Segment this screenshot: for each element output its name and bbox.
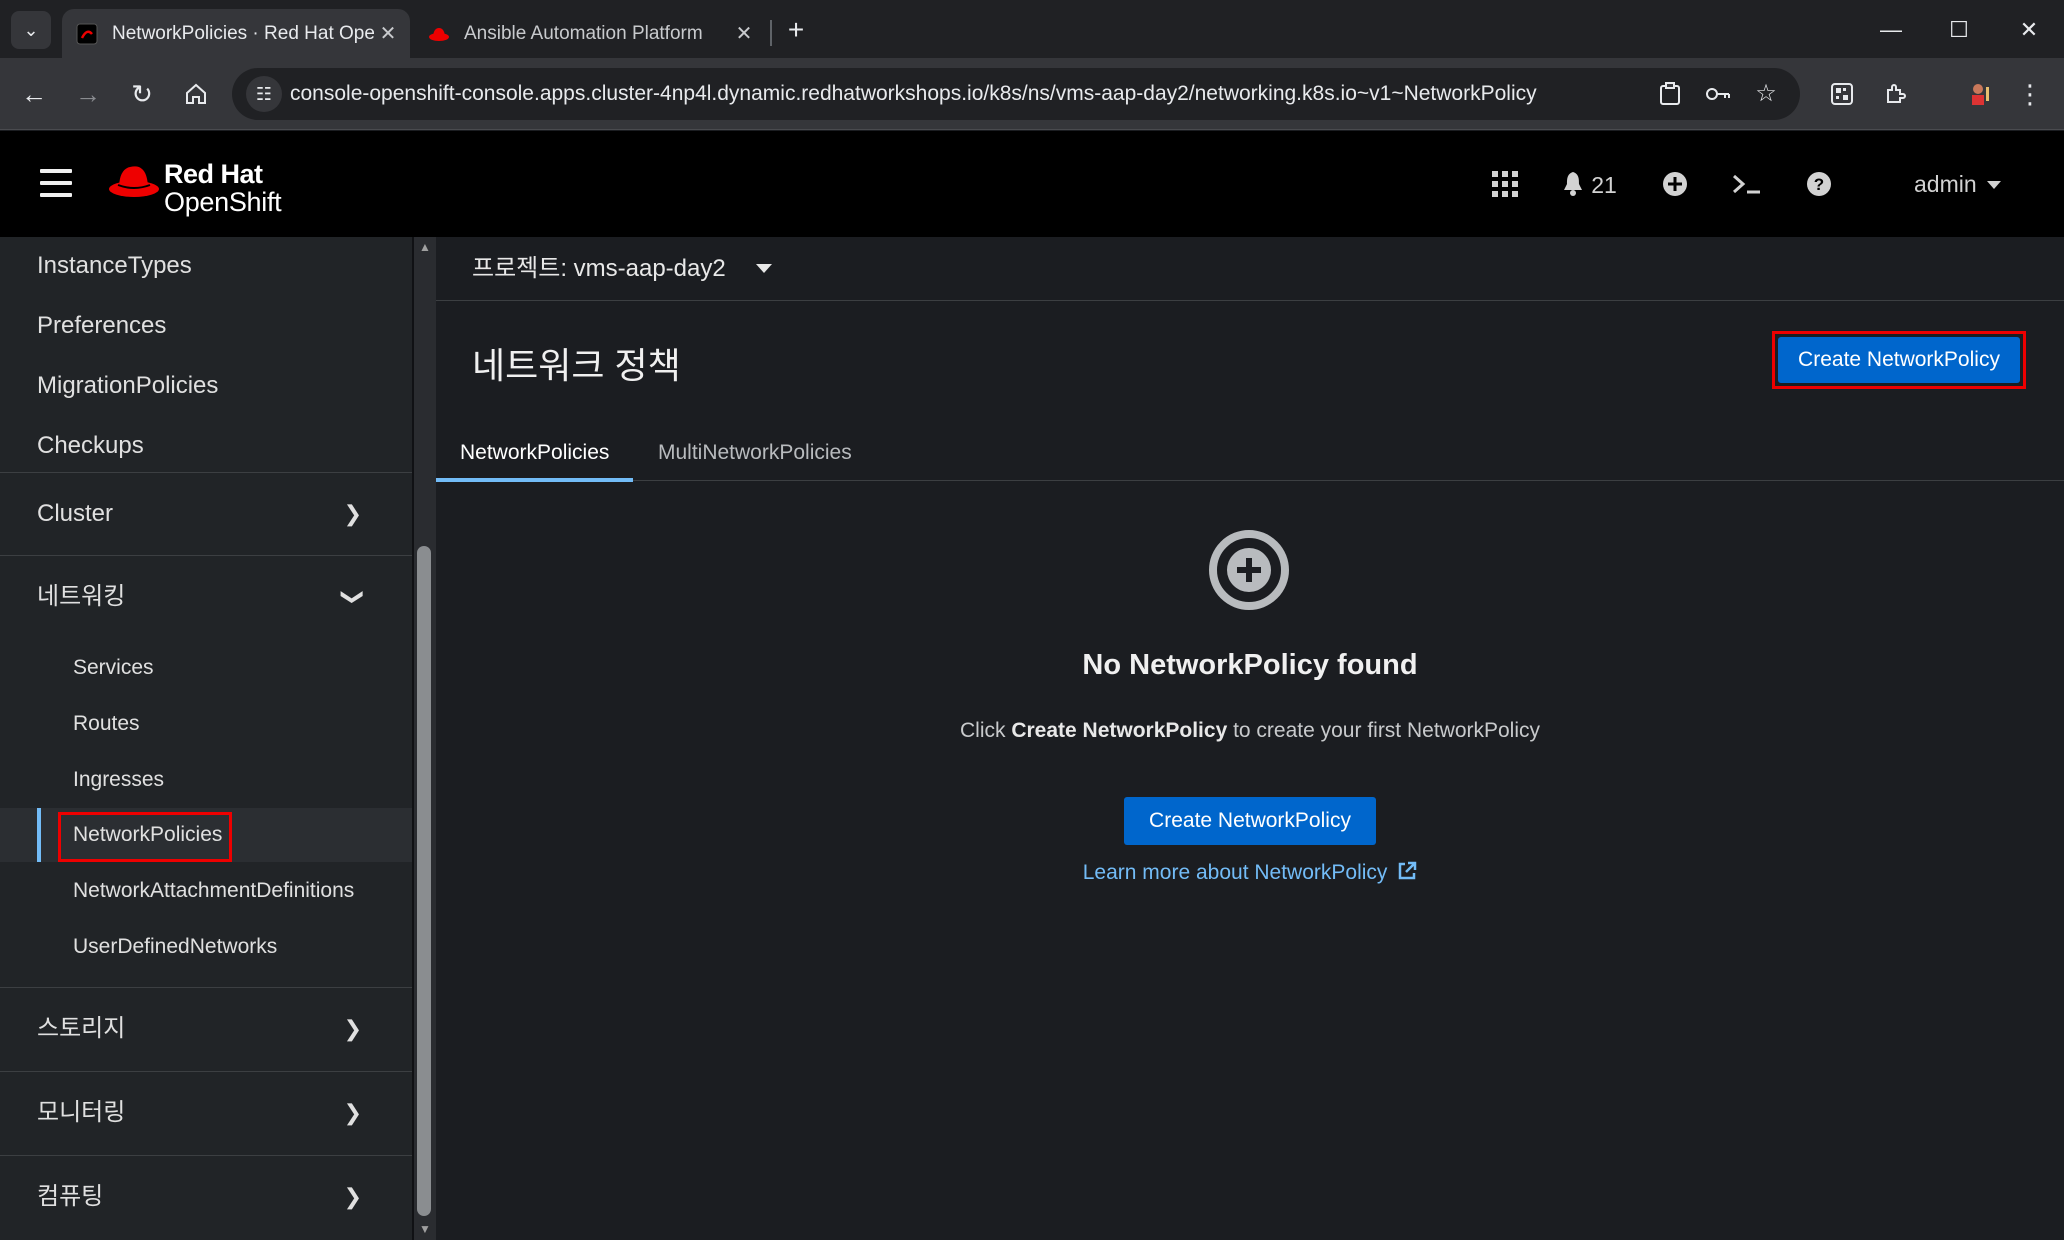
scroll-down-arrow-icon[interactable]: ▼ bbox=[416, 1222, 434, 1236]
notification-count: 21 bbox=[1591, 172, 1617, 198]
openshift-logo[interactable]: Red Hat OpenShift bbox=[108, 153, 328, 217]
sidebar-group-networking[interactable]: 네트워킹 ❯ bbox=[0, 555, 412, 637]
tab-title: NetworkPolicies · Red Hat Ope bbox=[112, 22, 374, 44]
chevron-down-icon: ❯ bbox=[340, 587, 366, 607]
sidebar-item-ingresses[interactable]: Ingresses bbox=[0, 753, 412, 807]
learn-more-text: Learn more about NetworkPolicy bbox=[1082, 861, 1388, 884]
resource-tabs: NetworkPolicies MultiNetworkPolicies bbox=[436, 425, 2064, 482]
create-networkpolicy-button[interactable]: Create NetworkPolicy bbox=[1778, 337, 2020, 383]
minimize-icon[interactable]: — bbox=[1856, 10, 1926, 50]
sidebar-group-label: 컴퓨팅 bbox=[37, 1183, 104, 1210]
help-question-icon[interactable]: ? bbox=[1804, 167, 1834, 201]
tab-networkpolicies[interactable]: NetworkPolicies bbox=[436, 425, 634, 482]
user-menu[interactable]: admin bbox=[1914, 167, 2002, 201]
back-icon[interactable]: ← bbox=[14, 74, 54, 114]
tab-title: Ansible Automation Platform bbox=[464, 22, 703, 44]
empty-body-bold: Create NetworkPolicy bbox=[1011, 719, 1228, 742]
profile-avatar-icon[interactable] bbox=[1960, 74, 2000, 114]
sidebar-item-services[interactable]: Services bbox=[0, 641, 412, 695]
sidebar-group-label: Cluster bbox=[37, 500, 114, 527]
browser-tab-ansible[interactable]: Ansible Automation Platform ✕ bbox=[414, 9, 766, 58]
tab-divider bbox=[770, 20, 772, 46]
empty-body-prefix: Click bbox=[959, 719, 1012, 742]
sidebar-nav: InstanceTypes Preferences MigrationPolic… bbox=[0, 237, 414, 1240]
close-tab-icon[interactable]: ✕ bbox=[374, 21, 402, 46]
browser-toolbar: ← → ↻ ☷ console-openshift-console.apps.c… bbox=[0, 58, 2064, 130]
browser-tabstrip: ⌄ NetworkPolicies · Red Hat Ope ✕ Ansibl… bbox=[0, 0, 2064, 58]
masthead: Red Hat OpenShift 21 ? admin bbox=[0, 131, 2064, 237]
chevron-right-icon: ❯ bbox=[343, 1184, 362, 1209]
bookmark-star-icon[interactable]: ☆ bbox=[1746, 74, 1786, 114]
site-info-icon[interactable]: ☷ bbox=[246, 76, 282, 112]
caret-down-icon[interactable] bbox=[756, 264, 772, 273]
brand-redhat: Red Hat bbox=[164, 159, 263, 189]
tab-multinetworkpolicies[interactable]: MultiNetworkPolicies bbox=[634, 425, 876, 481]
page-title: 네트워크 정책 bbox=[472, 345, 681, 386]
sidebar-group-label: 네트워킹 bbox=[37, 583, 126, 610]
address-bar[interactable]: ☷ console-openshift-console.apps.cluster… bbox=[232, 68, 1800, 120]
sidebar-item-migrationpolicies[interactable]: MigrationPolicies bbox=[0, 357, 412, 415]
caret-down-icon bbox=[1987, 181, 2002, 189]
empty-body-suffix: to create your first NetworkPolicy bbox=[1227, 719, 1541, 742]
sidebar-group-compute[interactable]: 컴퓨팅 ❯ bbox=[0, 1155, 412, 1237]
sidebar-group-label: 모니터링 bbox=[37, 1099, 126, 1126]
sidebar-item-networkpolicies[interactable]: NetworkPolicies bbox=[0, 808, 412, 862]
sidebar-item-instancetypes[interactable]: InstanceTypes bbox=[0, 237, 412, 295]
openshift-favicon-icon bbox=[76, 23, 98, 45]
maximize-icon[interactable]: ☐ bbox=[1924, 10, 1994, 50]
project-selector[interactable]: 프로젝트: vms-aap-day2 bbox=[472, 237, 726, 301]
sidebar-item-preferences[interactable]: Preferences bbox=[0, 297, 412, 355]
chevron-right-icon: ❯ bbox=[343, 501, 362, 526]
user-name: admin bbox=[1914, 171, 1977, 197]
svg-text:?: ? bbox=[1814, 175, 1824, 194]
url-text[interactable]: console-openshift-console.apps.cluster-4… bbox=[290, 68, 1537, 120]
sidebar-item-checkups[interactable]: Checkups bbox=[0, 417, 412, 475]
clipboard-icon[interactable] bbox=[1650, 74, 1690, 114]
extensions-puzzle-icon[interactable] bbox=[1876, 74, 1916, 114]
external-link-icon bbox=[1399, 861, 1417, 880]
redhat-hat-icon bbox=[109, 166, 159, 197]
reload-icon[interactable]: ↻ bbox=[122, 74, 162, 114]
brand-openshift: OpenShift bbox=[164, 187, 282, 217]
tab-search-button[interactable]: ⌄ bbox=[11, 11, 51, 49]
window-close-icon[interactable]: ✕ bbox=[1994, 10, 2064, 50]
redhat-favicon-icon bbox=[428, 23, 450, 45]
sidebar-group-monitoring[interactable]: 모니터링 ❯ bbox=[0, 1071, 412, 1153]
browser-menu-icon[interactable]: ⋮ bbox=[2010, 74, 2050, 114]
notifications-button[interactable]: 21 bbox=[1562, 167, 1622, 201]
sidebar-item-userdefinednetworks[interactable]: UserDefinedNetworks bbox=[0, 920, 412, 974]
sidebar-group-label: 스토리지 bbox=[37, 1015, 126, 1042]
home-icon[interactable] bbox=[176, 74, 216, 114]
sidebar-scrollbar-thumb[interactable] bbox=[417, 546, 431, 1216]
sidebar-group-storage[interactable]: 스토리지 ❯ bbox=[0, 987, 412, 1069]
browser-tab-networkpolicies[interactable]: NetworkPolicies · Red Hat Ope ✕ bbox=[62, 9, 410, 58]
chevron-right-icon: ❯ bbox=[343, 1100, 362, 1125]
empty-state-title: No NetworkPolicy found bbox=[1082, 649, 1418, 681]
chevron-right-icon: ❯ bbox=[343, 1016, 362, 1041]
new-tab-icon[interactable]: + bbox=[780, 14, 812, 46]
scroll-up-arrow-icon[interactable]: ▲ bbox=[416, 240, 434, 254]
qr-extension-icon[interactable] bbox=[1822, 74, 1862, 114]
bell-icon bbox=[1564, 172, 1582, 196]
sidebar-item-networkattachmentdefinitions[interactable]: NetworkAttachmentDefinitions bbox=[0, 864, 412, 918]
main-content: 프로젝트: vms-aap-day2 네트워크 정책 Create Networ… bbox=[436, 237, 2064, 1240]
terminal-icon[interactable] bbox=[1730, 167, 1764, 201]
forward-icon[interactable]: → bbox=[68, 74, 108, 114]
password-key-icon[interactable] bbox=[1698, 74, 1738, 114]
close-tab-icon[interactable]: ✕ bbox=[730, 21, 758, 46]
learn-more-link[interactable]: Learn more about NetworkPolicy bbox=[436, 861, 2064, 885]
sidebar-item-routes[interactable]: Routes bbox=[0, 697, 412, 751]
app-launcher-grid-icon[interactable] bbox=[1490, 167, 1520, 201]
plus-circle-icon bbox=[1209, 530, 1289, 610]
project-bar: 프로젝트: vms-aap-day2 bbox=[436, 237, 2064, 301]
add-plus-circle-icon[interactable] bbox=[1660, 167, 1690, 201]
empty-create-networkpolicy-button[interactable]: Create NetworkPolicy bbox=[1124, 797, 1376, 845]
hamburger-menu-icon[interactable] bbox=[40, 169, 72, 197]
sidebar-group-cluster[interactable]: Cluster ❯ bbox=[0, 472, 412, 554]
empty-state-body: Click Create NetworkPolicy to create you… bbox=[436, 719, 2064, 743]
